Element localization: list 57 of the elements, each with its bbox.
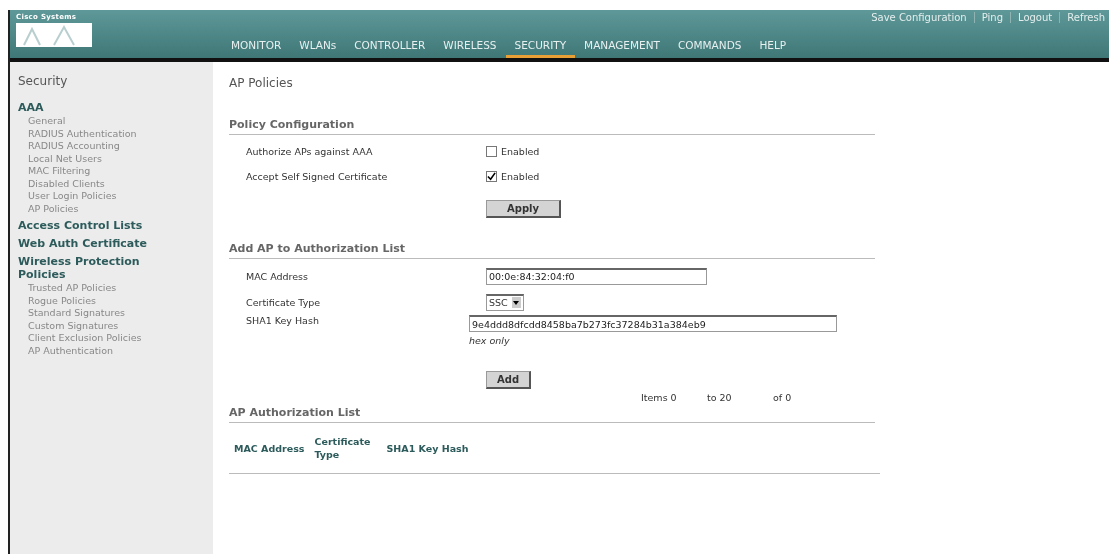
field-label: Accept Self Signed Certificate — [246, 171, 389, 182]
bridge-logo-icon — [16, 23, 92, 47]
add-button[interactable]: Add — [486, 370, 532, 389]
sidebar-item[interactable]: RADIUS Authentication — [18, 127, 213, 140]
dropdown-arrow-icon — [513, 300, 520, 305]
checkbox-label: Enabled — [501, 171, 540, 182]
sidebar-section[interactable]: Web Auth Certificate — [18, 237, 188, 250]
pager-text: of 0 — [773, 392, 793, 403]
nav-tab[interactable]: HELP — [750, 39, 796, 58]
field-hint: hex only — [469, 335, 511, 346]
section-heading: AP Authorization List — [229, 406, 361, 419]
field-label: Authorize APs against AAA — [246, 146, 374, 157]
nav-tab[interactable]: CONTROLLER — [345, 39, 435, 58]
sidebar-section[interactable]: AAA — [18, 101, 188, 114]
sha1-hash-field[interactable]: 9e4ddd8dfcdd8458ba7b273fc37284b31a384eb9 — [469, 315, 837, 332]
column-header: SHA1 Key Hash — [386, 441, 469, 455]
sidebar-item[interactable]: Trusted AP Policies — [18, 282, 213, 295]
pager-text: to 20 — [707, 392, 733, 403]
column-header: Certificate Type — [314, 435, 372, 461]
certificate-type-dropdown[interactable]: SSC — [486, 293, 524, 311]
nav-tab[interactable]: SECURITY — [505, 39, 576, 58]
header-link[interactable]: Logout — [1018, 12, 1053, 23]
sidebar-section[interactable]: Access Control Lists — [18, 219, 188, 232]
sidebar-item[interactable]: General — [18, 115, 213, 128]
sidebar-item[interactable]: Rogue Policies — [18, 294, 213, 307]
sidebar-item[interactable]: Standard Signatures — [18, 307, 213, 320]
mac-address-field[interactable]: 00:0e:84:32:04:f0 — [486, 267, 707, 285]
header-link[interactable]: Refresh — [1067, 12, 1105, 23]
nav-tab[interactable]: WLANs — [290, 39, 346, 58]
nav-tab[interactable]: WIRELESS — [434, 39, 506, 58]
sidebar-item[interactable]: Disabled Clients — [18, 177, 213, 190]
section-heading: Add AP to Authorization List — [229, 242, 875, 259]
sidebar-item[interactable]: MAC Filtering — [18, 165, 213, 178]
nav-tab[interactable]: MANAGEMENT — [575, 39, 669, 58]
sidebar-item[interactable]: AP Authentication — [18, 344, 213, 357]
checkbox[interactable] — [486, 146, 497, 157]
sidebar-section[interactable]: Wireless Protection Policies — [18, 255, 188, 281]
nav-tab[interactable]: MONITOR — [222, 39, 291, 58]
sidebar-item[interactable]: Custom Signatures — [18, 319, 213, 332]
checkbox-label: Enabled — [501, 146, 540, 157]
field-label: MAC Address — [246, 270, 309, 282]
page-title: AP Policies — [229, 76, 294, 90]
header-link[interactable]: Ping — [981, 12, 1003, 23]
checkbox[interactable] — [486, 171, 497, 182]
sidebar-item[interactable]: User Login Policies — [18, 190, 213, 203]
sidebar-item[interactable]: RADIUS Accounting — [18, 140, 213, 153]
apply-button[interactable]: Apply — [486, 199, 561, 218]
pager-text: Items 0 — [641, 392, 678, 403]
header-link[interactable]: Save Configuration — [871, 12, 967, 23]
sidebar-item[interactable]: Client Exclusion Policies — [18, 332, 213, 345]
column-header: MAC Address — [234, 441, 305, 455]
section-heading: Policy Configuration — [229, 118, 875, 135]
sidebar-item[interactable]: Local Net Users — [18, 152, 213, 165]
nav-tab[interactable]: COMMANDS — [668, 39, 751, 58]
sidebar-item[interactable]: AP Policies — [18, 202, 213, 215]
sidebar-title: Security — [18, 74, 69, 88]
field-label: Certificate Type — [246, 296, 322, 308]
